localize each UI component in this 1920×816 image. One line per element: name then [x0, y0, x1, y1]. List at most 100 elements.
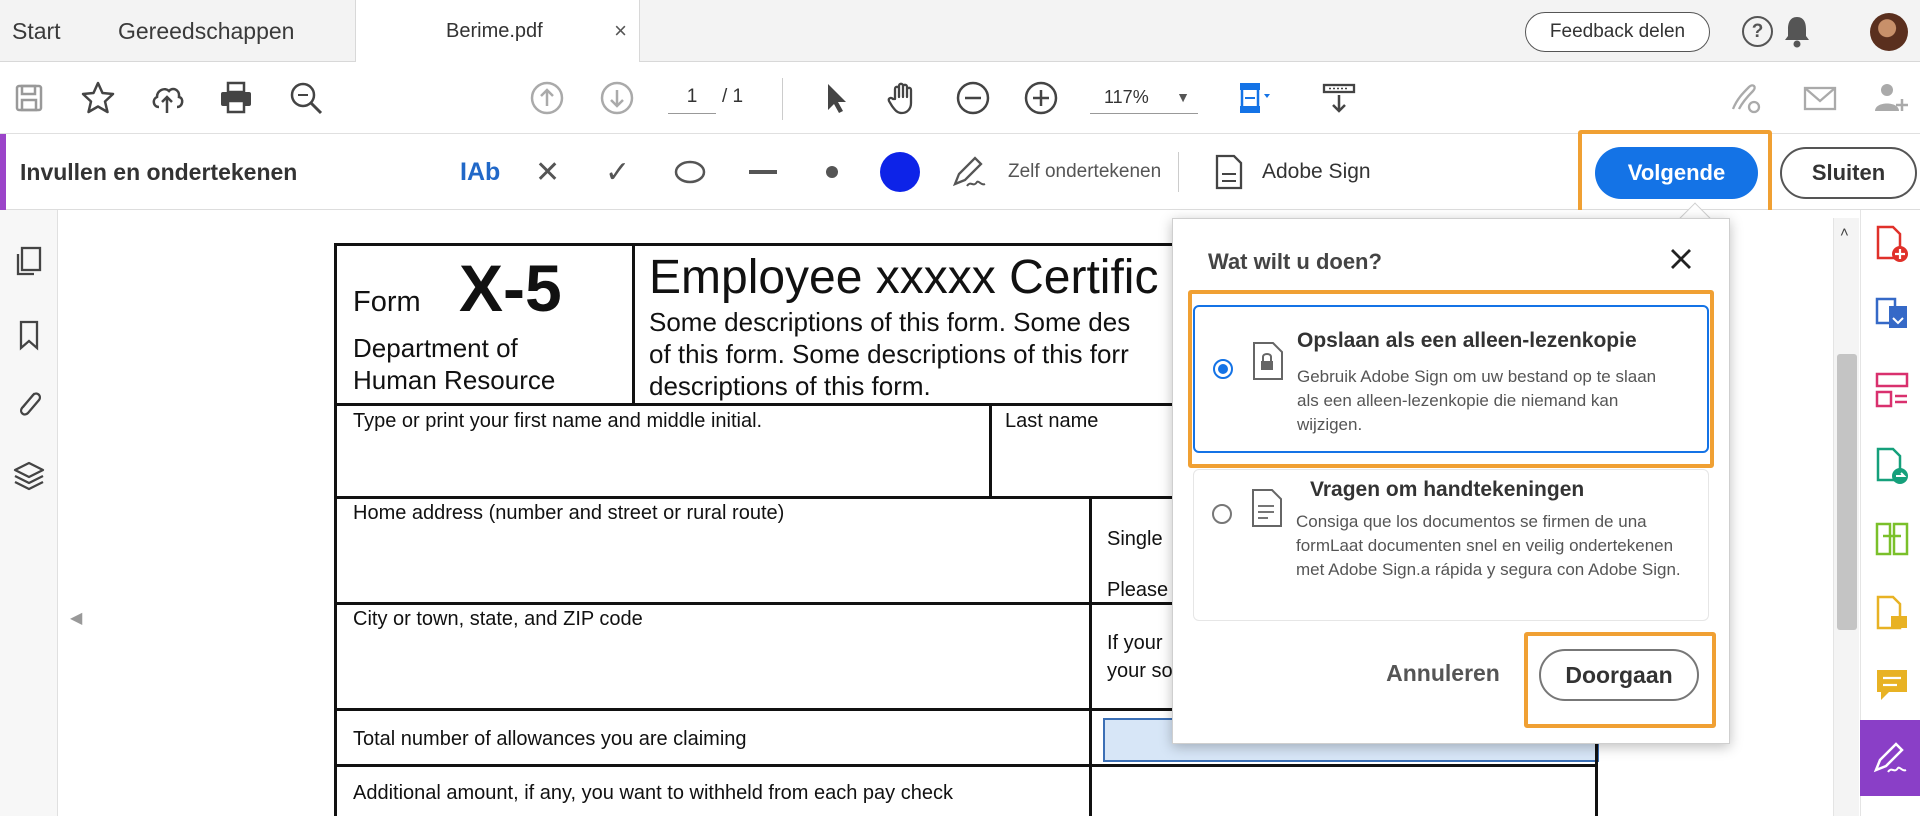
radio-request-signatures[interactable]: [1212, 504, 1232, 524]
left-navigation-rail: [0, 210, 58, 816]
bell-icon[interactable]: [1777, 13, 1817, 49]
scroll-mode-icon[interactable]: [1318, 77, 1360, 119]
zoom-select[interactable]: 117% ▼: [1090, 80, 1198, 114]
layers-icon[interactable]: [8, 454, 50, 496]
if-your-label: If your: [1107, 632, 1163, 654]
toolbar-divider: [782, 78, 783, 120]
vertical-scrollbar[interactable]: ˄: [1833, 218, 1859, 816]
continue-button-highlight: [1524, 632, 1716, 728]
pen-sign-icon[interactable]: [948, 150, 990, 194]
feedback-button[interactable]: Feedback delen: [1525, 12, 1710, 52]
page-down-icon[interactable]: [596, 77, 638, 119]
form-title: Employee xxxxx Certific: [649, 251, 1159, 304]
self-sign-label[interactable]: Zelf ondertekenen: [1008, 150, 1161, 194]
form-divider: [337, 764, 1597, 767]
print-icon[interactable]: [215, 77, 257, 119]
single-label: Single: [1107, 528, 1163, 550]
line-tool-icon[interactable]: [745, 150, 781, 194]
dialog-title: Wat wilt u doen?: [1208, 249, 1382, 274]
main-toolbar: 1 / 1 117% ▼: [0, 62, 1920, 134]
avatar[interactable]: [1870, 13, 1908, 51]
your-so-label: your so: [1107, 660, 1173, 682]
close-tab-icon[interactable]: ×: [614, 18, 627, 44]
adobe-sign-label[interactable]: Adobe Sign: [1262, 150, 1371, 194]
page-total: / 1: [722, 86, 744, 107]
scroll-thumb[interactable]: [1837, 354, 1857, 630]
add-text-tool-icon[interactable]: IAb: [460, 150, 500, 194]
department-line2: Human Resource: [353, 365, 556, 395]
additional-amount-label: Additional amount, if any, you want to w…: [353, 782, 953, 804]
save-icon[interactable]: [8, 77, 50, 119]
bookmark-icon[interactable]: [8, 314, 50, 356]
cross-tool-icon[interactable]: ✕: [535, 150, 560, 194]
form-word: Form: [353, 286, 421, 318]
bookmark-star-icon[interactable]: [77, 77, 119, 119]
close-icon[interactable]: [1663, 241, 1699, 277]
fit-page-icon[interactable]: [1232, 77, 1274, 119]
form-description-line2: of this form. Some descriptions of this …: [649, 339, 1129, 369]
pages-icon[interactable]: [8, 240, 50, 282]
allowances-label: Total number of allowances you are claim…: [353, 728, 747, 750]
fill-sign-title: Invullen en ondertekenen: [20, 158, 298, 185]
form-divider: [1089, 498, 1092, 816]
comment-file-icon[interactable]: [1873, 594, 1911, 634]
comment-icon[interactable]: [1873, 666, 1911, 706]
fill-sign-accent: [0, 134, 6, 210]
cancel-button[interactable]: Annuleren: [1363, 649, 1523, 697]
option-highlight: [1188, 290, 1714, 468]
help-icon[interactable]: ?: [1742, 16, 1773, 47]
option-request-signatures-desc: Consiga que los documentos se firmen de …: [1296, 512, 1681, 579]
select-cursor-icon[interactable]: [814, 77, 856, 119]
dot-tool-icon[interactable]: [822, 150, 842, 194]
organize-pages-icon[interactable]: [1873, 370, 1911, 410]
option-request-signatures-title: Vragen om handtekeningen: [1310, 478, 1585, 501]
zoom-in-icon[interactable]: [1020, 77, 1062, 119]
scroll-up-icon[interactable]: ˄: [1840, 224, 1849, 241]
color-picker[interactable]: [880, 152, 920, 192]
form-description-line3: descriptions of this form.: [649, 371, 931, 401]
compare-files-icon[interactable]: [1873, 520, 1911, 560]
first-name-label: Type or print your first name and middle…: [353, 410, 763, 432]
department: Department of Human Resource: [353, 332, 555, 396]
create-pdf-icon[interactable]: [1873, 224, 1911, 264]
tab-document[interactable]: Berime.pdf ×: [355, 0, 640, 63]
tab-tools[interactable]: Gereedschappen: [118, 0, 294, 62]
fill-sign-tool-icon[interactable]: [1860, 720, 1920, 796]
page-number-input[interactable]: 1: [668, 80, 716, 114]
home-address-label: Home address (number and street or rural…: [353, 502, 785, 524]
close-button[interactable]: Sluiten: [1780, 147, 1917, 199]
attachment-icon[interactable]: [8, 382, 50, 424]
search-icon[interactable]: [285, 77, 327, 119]
hand-tool-icon[interactable]: [882, 77, 924, 119]
zoom-out-icon[interactable]: [952, 77, 994, 119]
sign-file-icon: [1250, 488, 1284, 528]
please-label: Please: [1107, 579, 1169, 601]
form-number: X-5: [459, 251, 562, 325]
email-icon[interactable]: [1799, 77, 1841, 119]
fill-sign-divider: [1178, 152, 1179, 192]
form-description-line1: Some descriptions of this form. Some des: [649, 307, 1131, 337]
share-sign-icon[interactable]: [1725, 77, 1767, 119]
page-up-icon[interactable]: [526, 77, 568, 119]
option-request-signatures[interactable]: Vragen om handtekeningen Consiga que los…: [1193, 469, 1709, 621]
share-file-icon[interactable]: [1873, 446, 1911, 486]
form-divider: [989, 406, 992, 498]
next-button[interactable]: Volgende: [1595, 147, 1758, 199]
form-divider: [632, 246, 635, 404]
form-description: Some descriptions of this form. Some des…: [649, 306, 1130, 402]
last-name-label: Last name: [1005, 410, 1099, 432]
adobe-sign-icon[interactable]: [1212, 150, 1246, 194]
checkmark-tool-icon[interactable]: ✓: [605, 150, 630, 194]
tab-document-label: Berime.pdf: [446, 20, 543, 42]
department-line1: Department of: [353, 333, 518, 363]
zoom-value: 117%: [1104, 87, 1149, 107]
cloud-upload-icon[interactable]: [146, 77, 188, 119]
tab-start[interactable]: Start: [12, 0, 61, 62]
export-pdf-icon[interactable]: [1873, 296, 1911, 336]
circle-tool-icon[interactable]: [670, 150, 710, 194]
tab-bar: Start Gereedschappen Berime.pdf × Feedba…: [0, 0, 1920, 63]
collapse-panel-icon[interactable]: ◀: [70, 608, 82, 628]
city-label: City or town, state, and ZIP code: [353, 608, 643, 630]
add-user-icon[interactable]: [1870, 77, 1912, 119]
chevron-down-icon: ▼: [1176, 89, 1190, 105]
